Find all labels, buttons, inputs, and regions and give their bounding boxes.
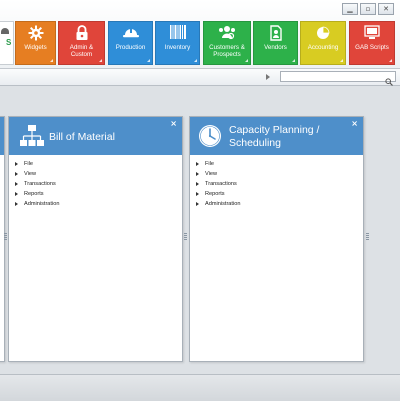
people-icon	[218, 25, 236, 45]
toolbar-arrow-icon[interactable]	[266, 74, 270, 80]
menu-item-label: Reports	[205, 191, 225, 197]
menu-item-label: Administration	[205, 201, 241, 207]
tile-label: Admin & Custom	[69, 44, 94, 58]
menu-item-label: View	[205, 171, 218, 177]
barcode-icon	[169, 25, 186, 44]
maximize-button[interactable]: ▫	[360, 3, 376, 15]
expand-arrow-icon	[196, 162, 199, 166]
menu-item-view[interactable]: View	[15, 169, 59, 179]
panel-menu-list: File View Transactions Reports Administr…	[15, 159, 59, 209]
minimize-button[interactable]: ▁	[342, 3, 358, 15]
document-icon	[269, 25, 282, 46]
panel-header: Capacity Planning / Scheduling ×	[190, 117, 363, 155]
tile-corner-indicator	[99, 59, 102, 62]
expand-arrow-icon	[196, 182, 199, 186]
window-controls: ▁ ▫ ✕	[342, 3, 394, 15]
ribbon: ▁ ▫ ✕ S Widgets Admin & Custom Productio…	[0, 0, 400, 69]
tile-corner-indicator	[292, 59, 295, 62]
menu-item-view[interactable]: View	[196, 169, 240, 179]
panel-title: Bill of Material	[49, 131, 115, 143]
resize-grip[interactable]	[184, 233, 187, 241]
expand-arrow-icon	[15, 162, 18, 166]
menu-item-administration[interactable]: Administration	[15, 199, 59, 209]
tile-label: Accounting	[307, 44, 339, 51]
expand-arrow-icon	[15, 192, 18, 196]
tile-inventory[interactable]: Inventory	[155, 21, 200, 65]
expand-arrow-icon	[196, 192, 199, 196]
expand-arrow-icon	[15, 182, 18, 186]
menu-item-reports[interactable]: Reports	[15, 189, 59, 199]
panel-menu-list: File View Transactions Reports Administr…	[196, 159, 240, 209]
menu-item-label: File	[24, 161, 34, 167]
tile-admin-custom[interactable]: Admin & Custom	[58, 21, 105, 65]
resize-grip[interactable]	[366, 233, 369, 241]
menu-item-label: View	[24, 171, 37, 177]
menu-item-file[interactable]: File	[196, 159, 240, 169]
panel-close-button[interactable]: ×	[351, 119, 358, 128]
expand-arrow-icon	[196, 202, 199, 206]
tile-label: Widgets	[24, 44, 47, 51]
resize-grip[interactable]	[4, 233, 7, 241]
hardhat-icon	[122, 25, 140, 44]
menu-item-reports[interactable]: Reports	[196, 189, 240, 199]
partial-panel-header	[0, 117, 4, 155]
menu-item-file[interactable]: File	[15, 159, 59, 169]
menu-item-label: Transactions	[205, 181, 237, 187]
menu-item-label: Transactions	[24, 181, 56, 187]
partial-tile-label: S	[6, 38, 12, 47]
panel-header: Bill of Material ×	[9, 117, 182, 155]
panel-close-button[interactable]: ×	[170, 119, 177, 128]
menu-item-label: File	[205, 161, 215, 167]
tile-corner-indicator	[194, 59, 197, 62]
tile-corner-indicator	[147, 59, 150, 62]
expand-arrow-icon	[15, 202, 18, 206]
tile-label: Customers & Prospects	[209, 44, 245, 58]
panel-title: Capacity Planning / Scheduling	[229, 124, 320, 149]
menu-item-administration[interactable]: Administration	[196, 199, 240, 209]
menu-item-label: Reports	[24, 191, 44, 197]
pie-chart-icon	[315, 25, 331, 46]
tile-label: GAB Scripts	[355, 44, 389, 51]
status-bar	[0, 374, 400, 401]
tile-label: Vendors	[264, 44, 287, 51]
hierarchy-icon	[19, 123, 45, 154]
tile-label: Production	[115, 44, 146, 51]
gear-icon	[28, 25, 44, 46]
tile-corner-indicator	[389, 59, 392, 62]
expand-arrow-icon	[15, 172, 18, 176]
tile-production[interactable]: Production	[108, 21, 153, 65]
tile-corner-indicator	[340, 59, 343, 62]
expand-arrow-icon	[196, 172, 199, 176]
partial-tile-icon	[1, 28, 9, 34]
tile-corner-indicator	[245, 59, 248, 62]
close-window-button[interactable]: ✕	[378, 3, 394, 15]
tile-corner-indicator	[50, 59, 53, 62]
menu-item-transactions[interactable]: Transactions	[196, 179, 240, 189]
tile-gab-scripts[interactable]: GAB Scripts	[349, 21, 395, 65]
tile-customers-prospects[interactable]: Customers & Prospects	[203, 21, 251, 65]
menu-item-label: Administration	[24, 201, 60, 207]
tile-accounting[interactable]: Accounting	[300, 21, 346, 65]
search-box	[280, 71, 396, 89]
partial-tile[interactable]: S	[0, 21, 14, 65]
panel-capacity-planning: Capacity Planning / Scheduling × File Vi…	[189, 116, 364, 362]
panel-bill-of-material: Bill of Material × File View Transaction…	[8, 116, 183, 362]
tile-widgets[interactable]: Widgets	[15, 21, 56, 65]
script-icon	[364, 25, 380, 45]
menu-item-transactions[interactable]: Transactions	[15, 179, 59, 189]
clock-icon	[197, 123, 223, 154]
tile-vendors[interactable]: Vendors	[253, 21, 298, 65]
lock-icon	[75, 25, 89, 46]
tile-label: Inventory	[164, 44, 191, 51]
